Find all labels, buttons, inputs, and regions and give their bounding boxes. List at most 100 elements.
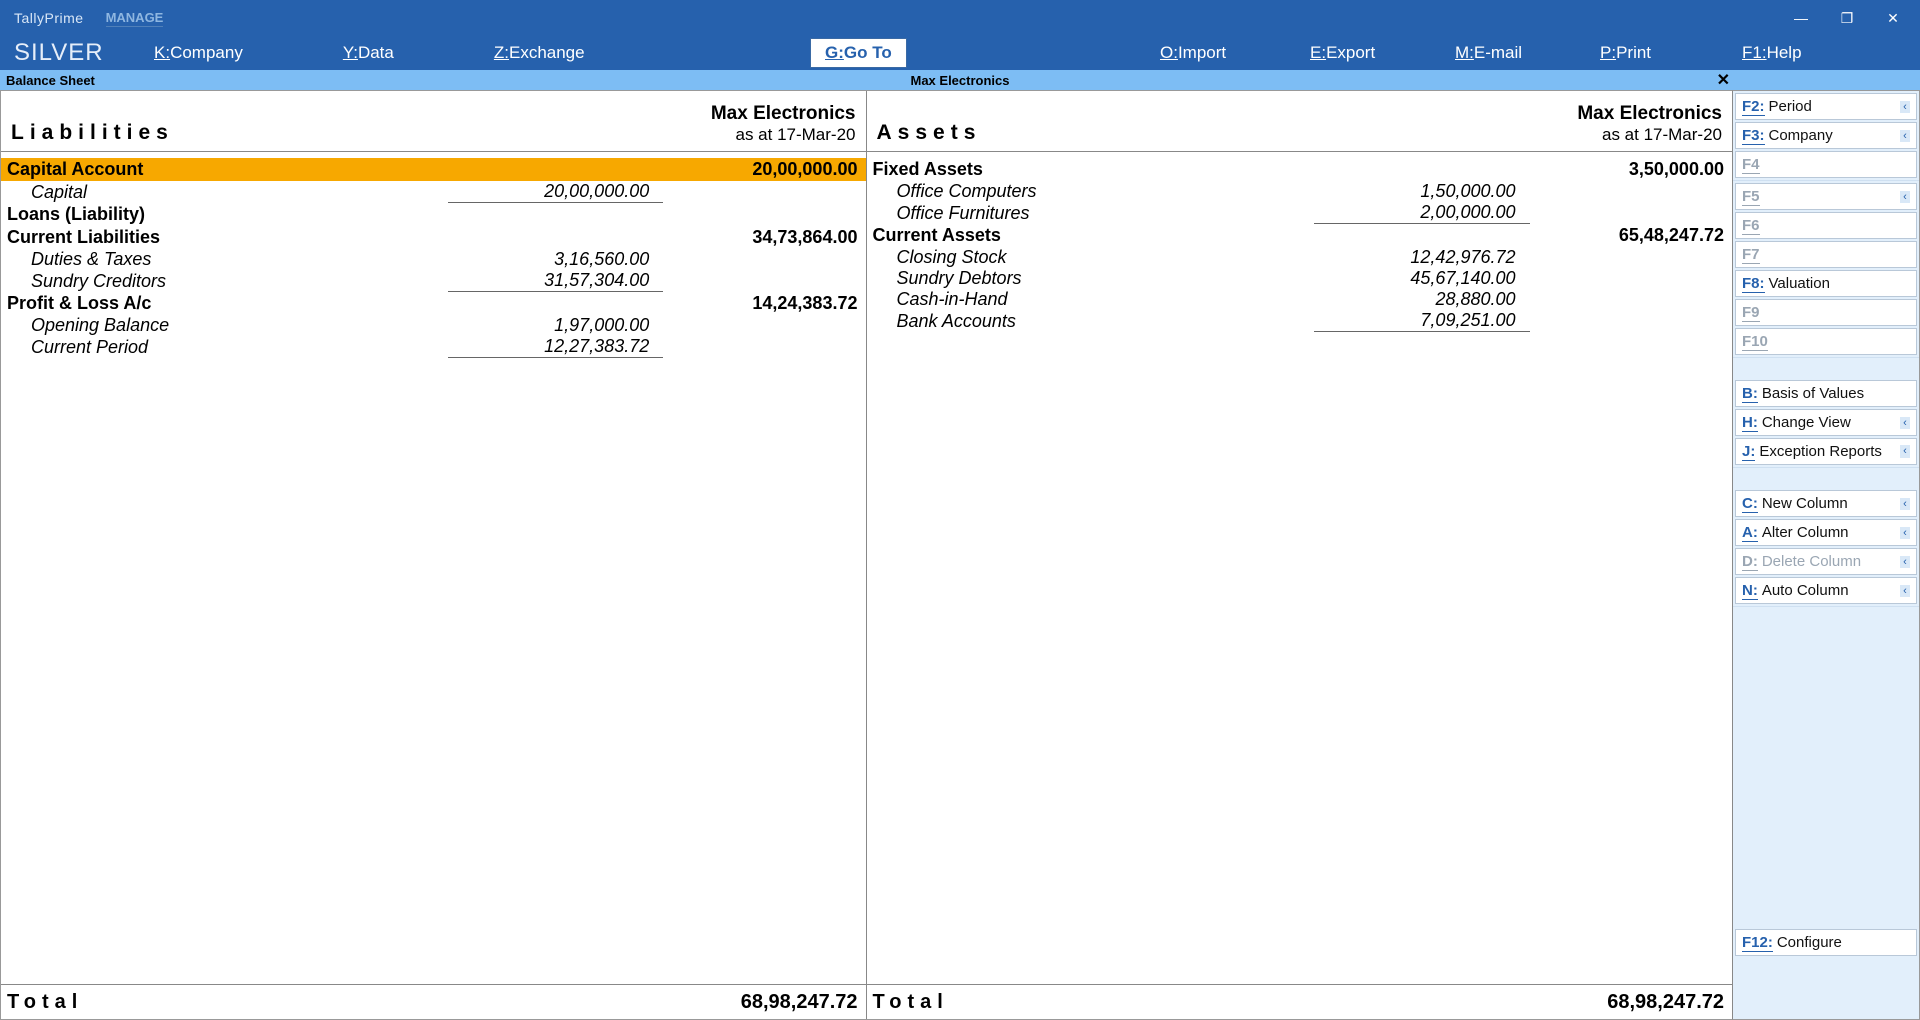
group-row[interactable]: Fixed Assets 3,50,000.00 (867, 158, 1733, 181)
menu-help[interactable]: F1:Help (1742, 43, 1802, 63)
liab-company: Max Electronics (711, 103, 856, 125)
group-row[interactable]: Current Assets 65,48,247.72 (867, 224, 1733, 247)
ledger-row[interactable]: Office Computers1,50,000.00 (867, 181, 1733, 202)
ledger-name: Capital (31, 182, 448, 203)
ledger-row[interactable]: Current Period12,27,383.72 (1, 336, 866, 358)
liab-asat: as at 17-Mar-20 (711, 125, 856, 145)
side-f3-company[interactable]: F3:Company‹ (1735, 122, 1917, 149)
group-total: 20,00,000.00 (670, 159, 857, 180)
ledger-row[interactable]: Bank Accounts7,09,251.00 (867, 310, 1733, 332)
side-h-changeview[interactable]: H:Change View‹ (1735, 409, 1917, 436)
ledger-name: Opening Balance (31, 315, 448, 336)
ledger-name: Sundry Debtors (897, 268, 1315, 289)
minimize-icon[interactable]: ― (1778, 2, 1824, 34)
titlebar: TallyPrime MANAGE ― ❐ ✕ (0, 0, 1920, 36)
side-b-basis[interactable]: B:Basis of Values (1735, 380, 1917, 407)
ledger-row[interactable]: Opening Balance1,97,000.00 (1, 315, 866, 336)
menu-import[interactable]: O:Import (1160, 43, 1226, 63)
totals-row: Total 68,98,247.72 Total 68,98,247.72 (1, 985, 1732, 1019)
ledger-row[interactable]: Cash-in-Hand28,880.00 (867, 289, 1733, 310)
ledger-name: Office Furnitures (897, 203, 1315, 224)
ledger-value: 20,00,000.00 (448, 181, 663, 203)
menu-export[interactable]: E:Export (1310, 43, 1375, 63)
context-strip: Balance Sheet Max Electronics ✕ (0, 70, 1920, 90)
ledger-value: 3,16,560.00 (448, 249, 663, 270)
assets-column: Fixed Assets 3,50,000.00Office Computers1… (867, 152, 1733, 984)
window-controls: ― ❐ ✕ (1778, 2, 1916, 34)
report-header: Liabilities Max Electronics as at 17-Mar… (1, 91, 1732, 152)
ledger-value: 7,09,251.00 (1314, 310, 1529, 332)
assets-total-value: 68,98,247.72 (1607, 991, 1724, 1014)
assets-total-label: Total (873, 991, 949, 1014)
ledger-name: Sundry Creditors (31, 271, 448, 292)
group-name: Loans (Liability) (7, 204, 458, 225)
menu-goto[interactable]: G:Go To (810, 38, 907, 68)
chevron-left-icon: ‹ (1900, 556, 1910, 568)
chevron-left-icon: ‹ (1900, 527, 1910, 539)
ledger-value: 28,880.00 (1314, 289, 1529, 310)
menu-company[interactable]: K:Company (154, 43, 243, 63)
side-n-autocol[interactable]: N:Auto Column‹ (1735, 577, 1917, 604)
context-close-icon[interactable]: ✕ (1717, 70, 1730, 90)
group-total: 34,73,864.00 (670, 227, 857, 248)
ledger-name: Current Period (31, 337, 448, 358)
side-c-newcol[interactable]: C:New Column‹ (1735, 490, 1917, 517)
group-row[interactable]: Capital Account20,00,000.00 (1, 158, 866, 181)
ledger-value: 12,27,383.72 (448, 336, 663, 358)
menu-print[interactable]: P:Print (1600, 43, 1651, 63)
chevron-left-icon: ‹ (1900, 445, 1910, 458)
ledger-value: 12,42,976.72 (1314, 247, 1529, 268)
menubar: SILVER K:Company Y:Data Z:Exchange G:Go … (0, 36, 1920, 70)
ledger-row[interactable]: Closing Stock12,42,976.72 (867, 247, 1733, 268)
ledger-value: 45,67,140.00 (1314, 268, 1529, 289)
ledger-name: Cash-in-Hand (897, 289, 1315, 310)
group-total: 65,48,247.72 (1537, 225, 1724, 246)
ledger-value: 31,57,304.00 (448, 270, 663, 292)
side-a-altercol[interactable]: A:Alter Column‹ (1735, 519, 1917, 546)
menu-email[interactable]: M:E-mail (1455, 43, 1522, 63)
menu-data[interactable]: Y:Data (343, 43, 394, 63)
group-name: Current Assets (873, 225, 1324, 246)
report-body: Capital Account20,00,000.00Capital20,00,… (1, 152, 1732, 985)
group-name: Current Liabilities (7, 227, 458, 248)
ledger-name: Closing Stock (897, 247, 1315, 268)
ledger-row[interactable]: Capital20,00,000.00 (1, 181, 866, 203)
liabilities-title: Liabilities (11, 97, 174, 145)
side-f6: F6 (1735, 212, 1917, 239)
group-row[interactable]: Loans (Liability) (1, 203, 866, 226)
ledger-value: 1,97,000.00 (448, 315, 663, 336)
group-total: 3,50,000.00 (1537, 159, 1724, 180)
ledger-row[interactable]: Sundry Debtors45,67,140.00 (867, 268, 1733, 289)
group-name: Profit & Loss A/c (7, 293, 458, 314)
side-j-exception[interactable]: J:Exception Reports‹ (1735, 438, 1917, 465)
ledger-name: Duties & Taxes (31, 249, 448, 270)
restore-icon[interactable]: ❐ (1824, 2, 1870, 34)
menu-exchange[interactable]: Z:Exchange (494, 43, 585, 63)
close-icon[interactable]: ✕ (1870, 2, 1916, 34)
assets-asat: as at 17-Mar-20 (1577, 125, 1722, 145)
ledger-name: Bank Accounts (897, 311, 1315, 332)
ledger-row[interactable]: Sundry Creditors31,57,304.00 (1, 270, 866, 292)
group-row[interactable]: Profit & Loss A/c 14,24,383.72 (1, 292, 866, 315)
side-f4: F4 (1735, 151, 1917, 178)
group-name: Fixed Assets (873, 159, 1324, 180)
chevron-left-icon: ‹ (1900, 417, 1910, 429)
assets-company: Max Electronics (1577, 103, 1722, 125)
side-f2-period[interactable]: F2:Period‹ (1735, 93, 1917, 120)
side-f7: F7 (1735, 241, 1917, 268)
liab-total-value: 68,98,247.72 (741, 991, 858, 1014)
ledger-row[interactable]: Office Furnitures2,00,000.00 (867, 202, 1733, 224)
side-f5[interactable]: F5‹ (1735, 183, 1917, 210)
side-panel: F2:Period‹ F3:Company‹ F4 F5‹ F6 F7 F8:V… (1732, 90, 1920, 1020)
manage-link[interactable]: MANAGE (106, 10, 164, 27)
side-f12-configure[interactable]: F12:Configure (1735, 929, 1917, 956)
side-f8-valuation[interactable]: F8:Valuation (1735, 270, 1917, 297)
assets-title: Assets (877, 97, 982, 145)
side-f10: F10 (1735, 328, 1917, 355)
screen-name: Balance Sheet (0, 73, 95, 88)
chevron-left-icon: ‹ (1900, 585, 1910, 597)
group-total: 14,24,383.72 (670, 293, 857, 314)
group-row[interactable]: Current Liabilities 34,73,864.00 (1, 226, 866, 249)
liab-total-label: Total (7, 991, 83, 1014)
ledger-row[interactable]: Duties & Taxes3,16,560.00 (1, 249, 866, 270)
